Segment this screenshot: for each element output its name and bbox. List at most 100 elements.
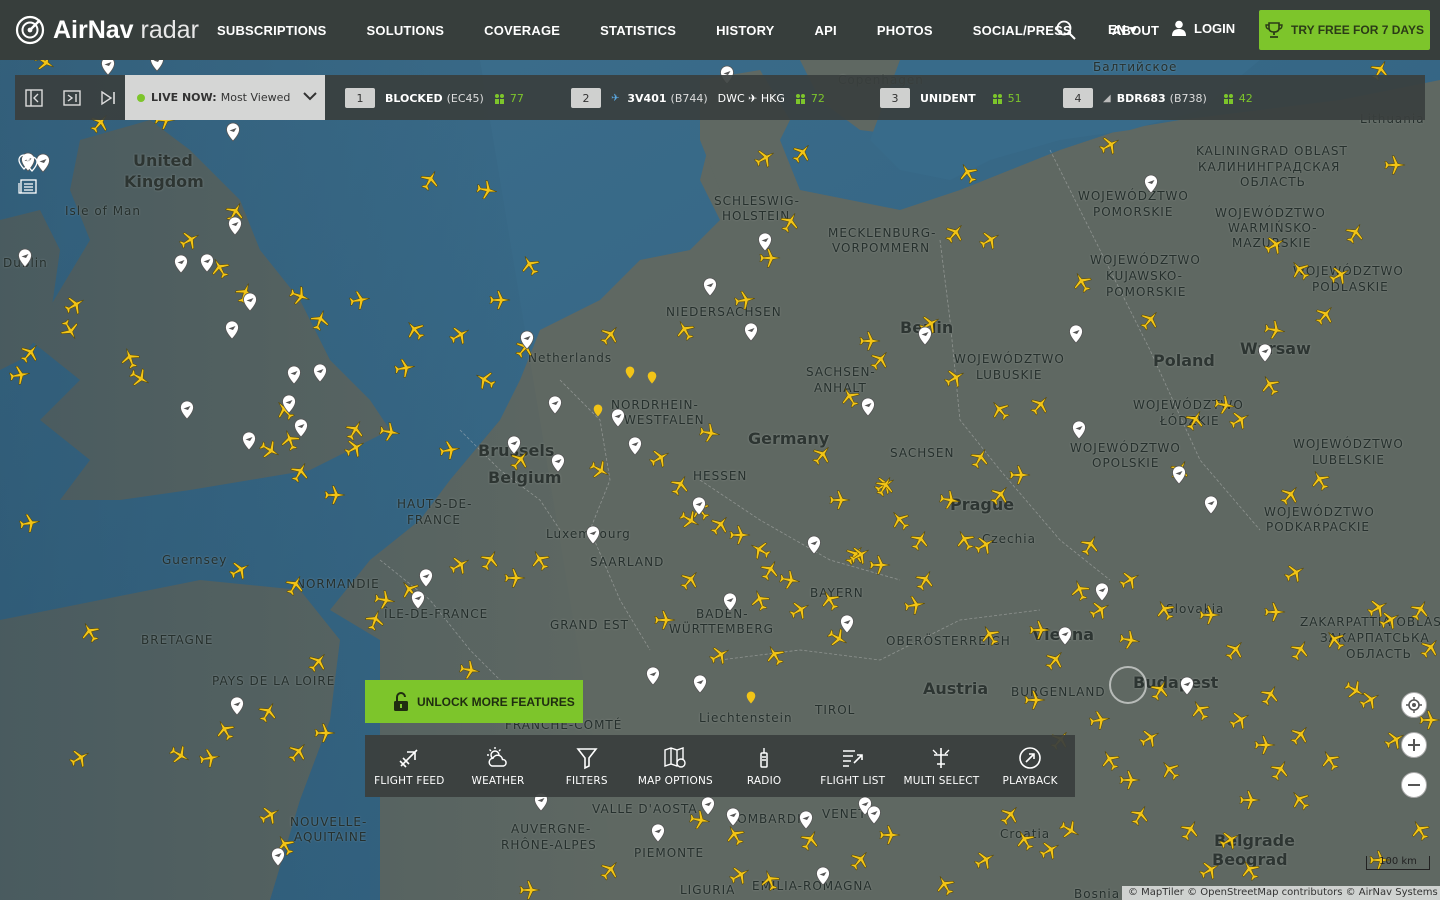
aircraft-marker-icon[interactable] [1254,734,1276,756]
airport-pins-toggle-icon[interactable] [17,152,39,174]
airport-pin-icon[interactable] [225,122,241,142]
airport-pin-icon[interactable] [179,400,195,420]
aircraft-marker-icon[interactable] [519,254,541,277]
aircraft-marker-icon[interactable] [1309,469,1331,492]
nav-photos[interactable]: PHOTOS [877,23,933,38]
aircraft-marker-icon[interactable] [1319,749,1341,772]
aircraft-marker-icon[interactable] [324,484,346,506]
aircraft-marker-icon[interactable] [1179,819,1201,842]
aircraft-marker-icon[interactable] [979,624,1001,647]
aircraft-marker-icon[interactable] [258,439,281,461]
aircraft-marker-icon[interactable] [1259,374,1281,397]
aircraft-marker-icon[interactable] [404,319,426,341]
aircraft-marker-icon[interactable] [759,559,781,582]
aircraft-marker-icon[interactable] [799,829,821,852]
aircraft-marker-icon[interactable] [934,874,956,897]
ground-vehicle-pin-icon[interactable] [593,402,603,417]
nav-subscriptions[interactable]: SUBSCRIPTIONS [217,23,327,38]
aircraft-marker-icon[interactable] [374,589,396,611]
search-icon[interactable] [1056,20,1076,40]
aircraft-marker-icon[interactable] [999,804,1021,826]
aircraft-marker-icon[interactable] [459,659,481,681]
aircraft-marker-icon[interactable] [1014,829,1036,852]
most-viewed-item-4[interactable]: 4 ◢ BDR683 (B738) 42 [1063,88,1253,108]
aircraft-marker-icon[interactable] [343,437,366,459]
aircraft-marker-icon[interactable] [479,549,501,572]
aircraft-marker-icon[interactable] [779,569,801,591]
aircraft-marker-icon[interactable] [314,722,336,744]
live-now-select[interactable]: LIVE NOW: Most Viewed [125,75,325,120]
aircraft-marker-icon[interactable] [379,421,401,443]
aircraft-marker-icon[interactable] [1029,394,1051,416]
aircraft-marker-icon[interactable] [1071,271,1093,294]
nav-api[interactable]: API [815,23,837,38]
zoom-out-button[interactable] [1401,772,1427,798]
airport-pin-icon[interactable] [281,394,297,414]
aircraft-marker-icon[interactable] [728,864,751,886]
aircraft-marker-icon[interactable] [309,309,331,332]
airport-pin-icon[interactable] [173,254,189,274]
aircraft-marker-icon[interactable] [729,524,751,546]
airport-pin-icon[interactable] [229,696,245,716]
aircraft-marker-icon[interactable] [1089,709,1111,731]
nav-history[interactable]: HISTORY [716,23,774,38]
aircraft-marker-icon[interactable] [1289,639,1311,662]
aircraft-marker-icon[interactable] [1149,679,1171,702]
weather-button[interactable]: WEATHER [454,735,543,797]
aircraft-marker-icon[interactable] [1214,394,1236,416]
aircraft-marker-icon[interactable] [1324,629,1346,651]
airport-pin-icon[interactable] [312,363,328,383]
airport-pin-icon[interactable] [293,418,309,438]
aircraft-marker-icon[interactable] [1263,234,1286,256]
most-viewed-item-3[interactable]: 3 UNIDENT 51 [880,88,1022,108]
airnav-logo[interactable]: AirNav radar [15,15,205,45]
aircraft-marker-icon[interactable] [759,869,781,892]
aircraft-marker-icon[interactable] [708,644,731,666]
ground-vehicle-pin-icon[interactable] [746,689,756,704]
airport-pin-icon[interactable] [270,847,286,867]
try-free-button[interactable]: TRY FREE FOR 7 DAYS [1259,10,1430,50]
aircraft-marker-icon[interactable] [869,349,891,371]
airport-pin-icon[interactable] [700,796,716,816]
airport-pin-icon[interactable] [692,674,708,694]
aircraft-marker-icon[interactable] [228,559,251,581]
aircraft-marker-icon[interactable] [788,599,811,621]
aircraft-marker-icon[interactable] [839,386,861,409]
selected-aircraft-ring-icon[interactable] [1109,666,1147,704]
airport-pin-icon[interactable] [645,666,661,686]
aircraft-marker-icon[interactable] [199,747,221,769]
aircraft-marker-icon[interactable] [749,589,771,612]
aircraft-marker-icon[interactable] [989,484,1011,506]
aircraft-marker-icon[interactable] [679,569,701,591]
airport-pin-icon[interactable] [702,277,718,297]
aircraft-marker-icon[interactable] [63,294,86,316]
aircraft-marker-icon[interactable] [1099,749,1121,772]
multi-select-button[interactable]: MULTI SELECT [897,735,986,797]
aircraft-marker-icon[interactable] [178,229,201,251]
airport-pin-icon[interactable] [286,365,302,385]
aircraft-marker-icon[interactable] [811,444,833,466]
aircraft-marker-icon[interactable] [1129,804,1151,827]
aircraft-marker-icon[interactable] [1038,839,1061,861]
aircraft-marker-icon[interactable] [1088,599,1111,621]
aircraft-marker-icon[interactable] [19,342,41,364]
map-attribution[interactable]: © MapTiler © OpenStreetMap contributors … [1122,886,1440,900]
aircraft-marker-icon[interactable] [1139,309,1161,331]
aircraft-marker-icon[interactable] [419,169,441,192]
airport-pin-icon[interactable] [743,322,759,342]
airport-pin-icon[interactable] [917,326,933,346]
airport-pin-icon[interactable] [725,807,741,827]
aircraft-marker-icon[interactable] [1264,601,1286,623]
aircraft-marker-icon[interactable] [504,567,526,589]
aircraft-marker-icon[interactable] [1228,709,1251,731]
aircraft-marker-icon[interactable] [978,229,1001,251]
aircraft-marker-icon[interactable] [1199,604,1221,626]
expand-view-icon[interactable] [63,89,81,107]
aircraft-marker-icon[interactable] [973,849,996,871]
aircraft-marker-icon[interactable] [674,319,696,342]
airport-pin-icon[interactable] [585,525,601,545]
aircraft-marker-icon[interactable] [724,824,746,847]
airport-pin-icon[interactable] [806,535,822,555]
aircraft-marker-icon[interactable] [1409,599,1431,622]
airport-pin-icon[interactable] [227,216,243,236]
